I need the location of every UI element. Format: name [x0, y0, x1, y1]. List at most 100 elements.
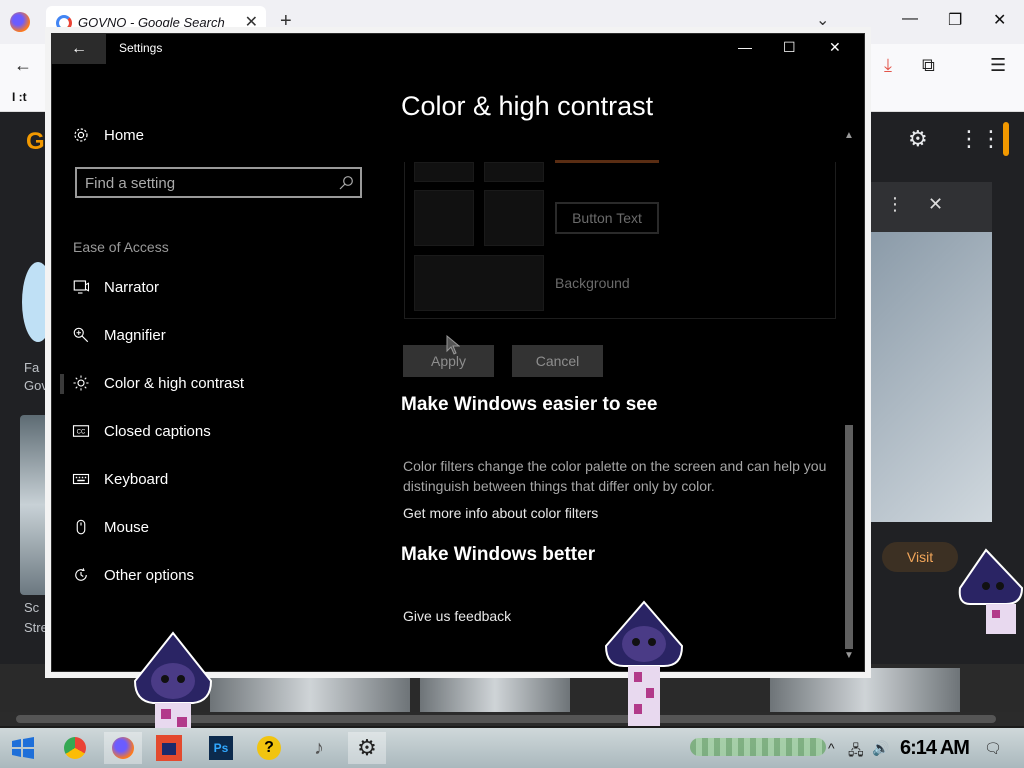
clock[interactable]: 6:14 AM: [900, 737, 970, 760]
action-center-icon[interactable]: 🗨: [984, 740, 1002, 757]
firefox-icon[interactable]: [10, 12, 30, 32]
result-title[interactable]: Gov: [24, 378, 48, 393]
nav-label: Other options: [104, 566, 195, 584]
browser-tab-title: GOVNO - Google Search: [78, 15, 225, 30]
search-icon[interactable]: [338, 175, 354, 191]
chevron-down-icon[interactable]: ⌄: [816, 10, 829, 30]
section-heading: Make Windows better: [401, 544, 596, 565]
settings-nav: Home Ease of Access Narrator Magnifier: [52, 64, 382, 672]
result-image[interactable]: [420, 668, 570, 712]
nav-item-magnifier[interactable]: Magnifier: [72, 322, 166, 348]
desktop: { "browser": { "tab_title": "GOVNO - Goo…: [0, 0, 1024, 768]
google-logo[interactable]: G: [26, 128, 45, 156]
color-swatch[interactable]: [414, 190, 474, 246]
nav-item-color-high-contrast[interactable]: Color & high contrast: [72, 370, 244, 396]
title-bar: ← Settings — ☐ ✕: [52, 34, 864, 64]
section-label: Ease of Access: [73, 239, 169, 255]
result-source[interactable]: Fa: [24, 360, 39, 375]
settings-content: Color & high contrast Button Text Backgr…: [382, 64, 852, 672]
back-arrow-icon[interactable]: ←: [14, 55, 32, 76]
network-icon[interactable]: 🖧: [848, 740, 864, 764]
result-thumbnail[interactable]: [20, 415, 54, 595]
floppy-save-icon: [156, 735, 182, 761]
keyboard-icon: [72, 470, 90, 488]
more-options-icon[interactable]: ⋮: [886, 194, 904, 215]
nav-item-keyboard[interactable]: Keyboard: [72, 466, 168, 492]
hyperlink-swatch[interactable]: [555, 160, 659, 163]
visit-button[interactable]: Visit: [882, 542, 958, 572]
download-icon[interactable]: ⤓: [884, 55, 892, 76]
section-heading: Make Windows easier to see: [401, 394, 658, 415]
result-source[interactable]: Sc: [24, 600, 39, 615]
restore-icon[interactable]: ❐: [948, 10, 962, 30]
button-text-sample[interactable]: Button Text: [555, 202, 659, 234]
firefox-icon: [112, 737, 134, 759]
nav-item-closed-captions[interactable]: CC Closed captions: [72, 418, 211, 444]
new-tab-button[interactable]: +: [280, 10, 292, 33]
other-options-icon: [72, 566, 90, 584]
tray-chevron-up-icon[interactable]: ^: [828, 740, 835, 756]
result-thumbnail[interactable]: [22, 262, 54, 342]
photoshop-taskbar-button[interactable]: Ps: [202, 732, 240, 764]
bookmark-item[interactable]: I :t: [12, 90, 27, 104]
mouse-pointer-icon: [446, 335, 460, 355]
app-taskbar-button[interactable]: [150, 732, 188, 764]
background-label: Background: [555, 275, 630, 291]
menu-icon[interactable]: ☰: [990, 55, 1006, 76]
result-image[interactable]: [210, 668, 410, 712]
settings-gear-icon[interactable]: ⚙: [908, 126, 928, 152]
cancel-button[interactable]: Cancel: [512, 345, 603, 377]
scroll-up-icon[interactable]: ▲: [844, 130, 854, 141]
close-icon[interactable]: ✕: [829, 39, 841, 56]
sign-in-button[interactable]: [1003, 122, 1009, 156]
nav-label: Closed captions: [104, 422, 211, 440]
nav-item-home[interactable]: Home: [72, 122, 144, 148]
page-title: Color & high contrast: [401, 91, 654, 121]
nav-item-mouse[interactable]: Mouse: [72, 514, 149, 540]
nav-label: Home: [104, 126, 145, 144]
windows-start-icon: [12, 737, 34, 759]
close-panel-icon[interactable]: ✕: [928, 194, 943, 215]
nav-label: Color & high contrast: [104, 374, 245, 392]
apps-grid-icon[interactable]: ⋮⋮: [958, 126, 1002, 152]
minimize-icon[interactable]: —: [902, 10, 918, 28]
result-image[interactable]: [770, 668, 960, 712]
nav-item-narrator[interactable]: Narrator: [72, 274, 159, 300]
photoshop-icon: Ps: [209, 736, 233, 760]
close-icon[interactable]: ✕: [993, 10, 1006, 30]
color-swatch[interactable]: [484, 190, 544, 246]
result-title[interactable]: Stre: [24, 620, 48, 635]
nav-label: Keyboard: [104, 470, 169, 488]
section-description: Color filters change the color palette o…: [403, 458, 827, 494]
color-filters-info-link[interactable]: Get more info about color filters: [403, 505, 598, 521]
volume-icon[interactable]: 🔊: [872, 740, 889, 757]
vertical-scrollbar[interactable]: ▲ ▼: [842, 130, 856, 664]
color-swatch[interactable]: [414, 162, 474, 182]
window-title: Settings: [119, 41, 163, 55]
brightness-icon: [72, 374, 90, 392]
nav-label: Magnifier: [104, 326, 166, 344]
mascot-sticker: [133, 631, 213, 737]
search-box[interactable]: [75, 167, 362, 198]
color-swatch[interactable]: [484, 162, 544, 182]
mascot-sticker: [958, 548, 1024, 634]
feedback-link[interactable]: Give us feedback: [403, 608, 511, 624]
settings-taskbar-button[interactable]: ⚙: [348, 732, 386, 764]
audio-taskbar-button[interactable]: ♪: [300, 732, 338, 764]
scrollbar-thumb[interactable]: [845, 425, 853, 649]
minimize-icon[interactable]: —: [738, 39, 752, 55]
background-swatch[interactable]: [414, 255, 544, 311]
chrome-taskbar-button[interactable]: [56, 732, 94, 764]
search-input[interactable]: [85, 174, 325, 192]
scroll-down-icon[interactable]: ▼: [844, 650, 854, 661]
back-button[interactable]: ←: [52, 34, 106, 64]
start-button[interactable]: [4, 732, 42, 764]
nav-item-other-options[interactable]: Other options: [72, 562, 194, 588]
mouse-icon: [72, 518, 90, 536]
extensions-icon[interactable]: ⧉: [922, 55, 935, 76]
close-tab-icon[interactable]: ✕: [245, 12, 258, 32]
google-favicon-icon: [56, 15, 72, 31]
firefox-taskbar-button[interactable]: [104, 732, 142, 764]
help-taskbar-button[interactable]: ?: [250, 732, 288, 764]
maximize-icon[interactable]: ☐: [783, 39, 796, 56]
